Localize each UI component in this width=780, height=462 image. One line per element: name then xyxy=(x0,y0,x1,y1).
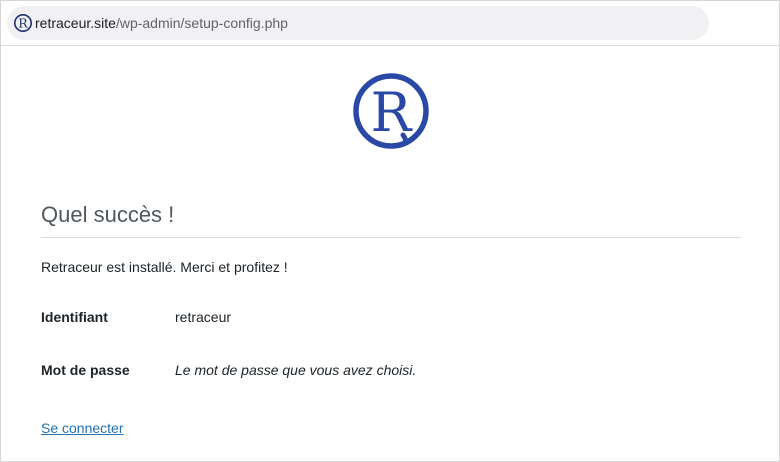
retraceur-r-icon: R xyxy=(13,13,33,33)
browser-window: R retraceur.site/wp-admin/setup-config.p… xyxy=(0,0,780,462)
address-url: retraceur.site/wp-admin/setup-config.php xyxy=(35,15,288,31)
retraceur-r-logo: R xyxy=(351,71,431,151)
setup-page: R Quel succès ! Retraceur est installé. … xyxy=(1,46,779,461)
success-message: Retraceur est installé. Merci et profite… xyxy=(41,259,288,275)
password-value: Le mot de passe que vous avez choisi. xyxy=(175,362,417,378)
address-bar[interactable]: R retraceur.site/wp-admin/setup-config.p… xyxy=(7,6,709,40)
svg-text:R: R xyxy=(18,16,28,31)
login-link[interactable]: Se connecter xyxy=(41,420,124,436)
url-host: retraceur.site xyxy=(35,15,116,31)
browser-toolbar: R retraceur.site/wp-admin/setup-config.p… xyxy=(1,1,779,46)
password-label: Mot de passe xyxy=(41,362,130,378)
username-label: Identifiant xyxy=(41,309,108,325)
page-title: Quel succès ! xyxy=(41,202,175,227)
url-path: /wp-admin/setup-config.php xyxy=(115,15,288,31)
svg-text:R: R xyxy=(371,81,413,144)
username-value: retraceur xyxy=(175,309,232,325)
title-divider xyxy=(41,237,741,238)
